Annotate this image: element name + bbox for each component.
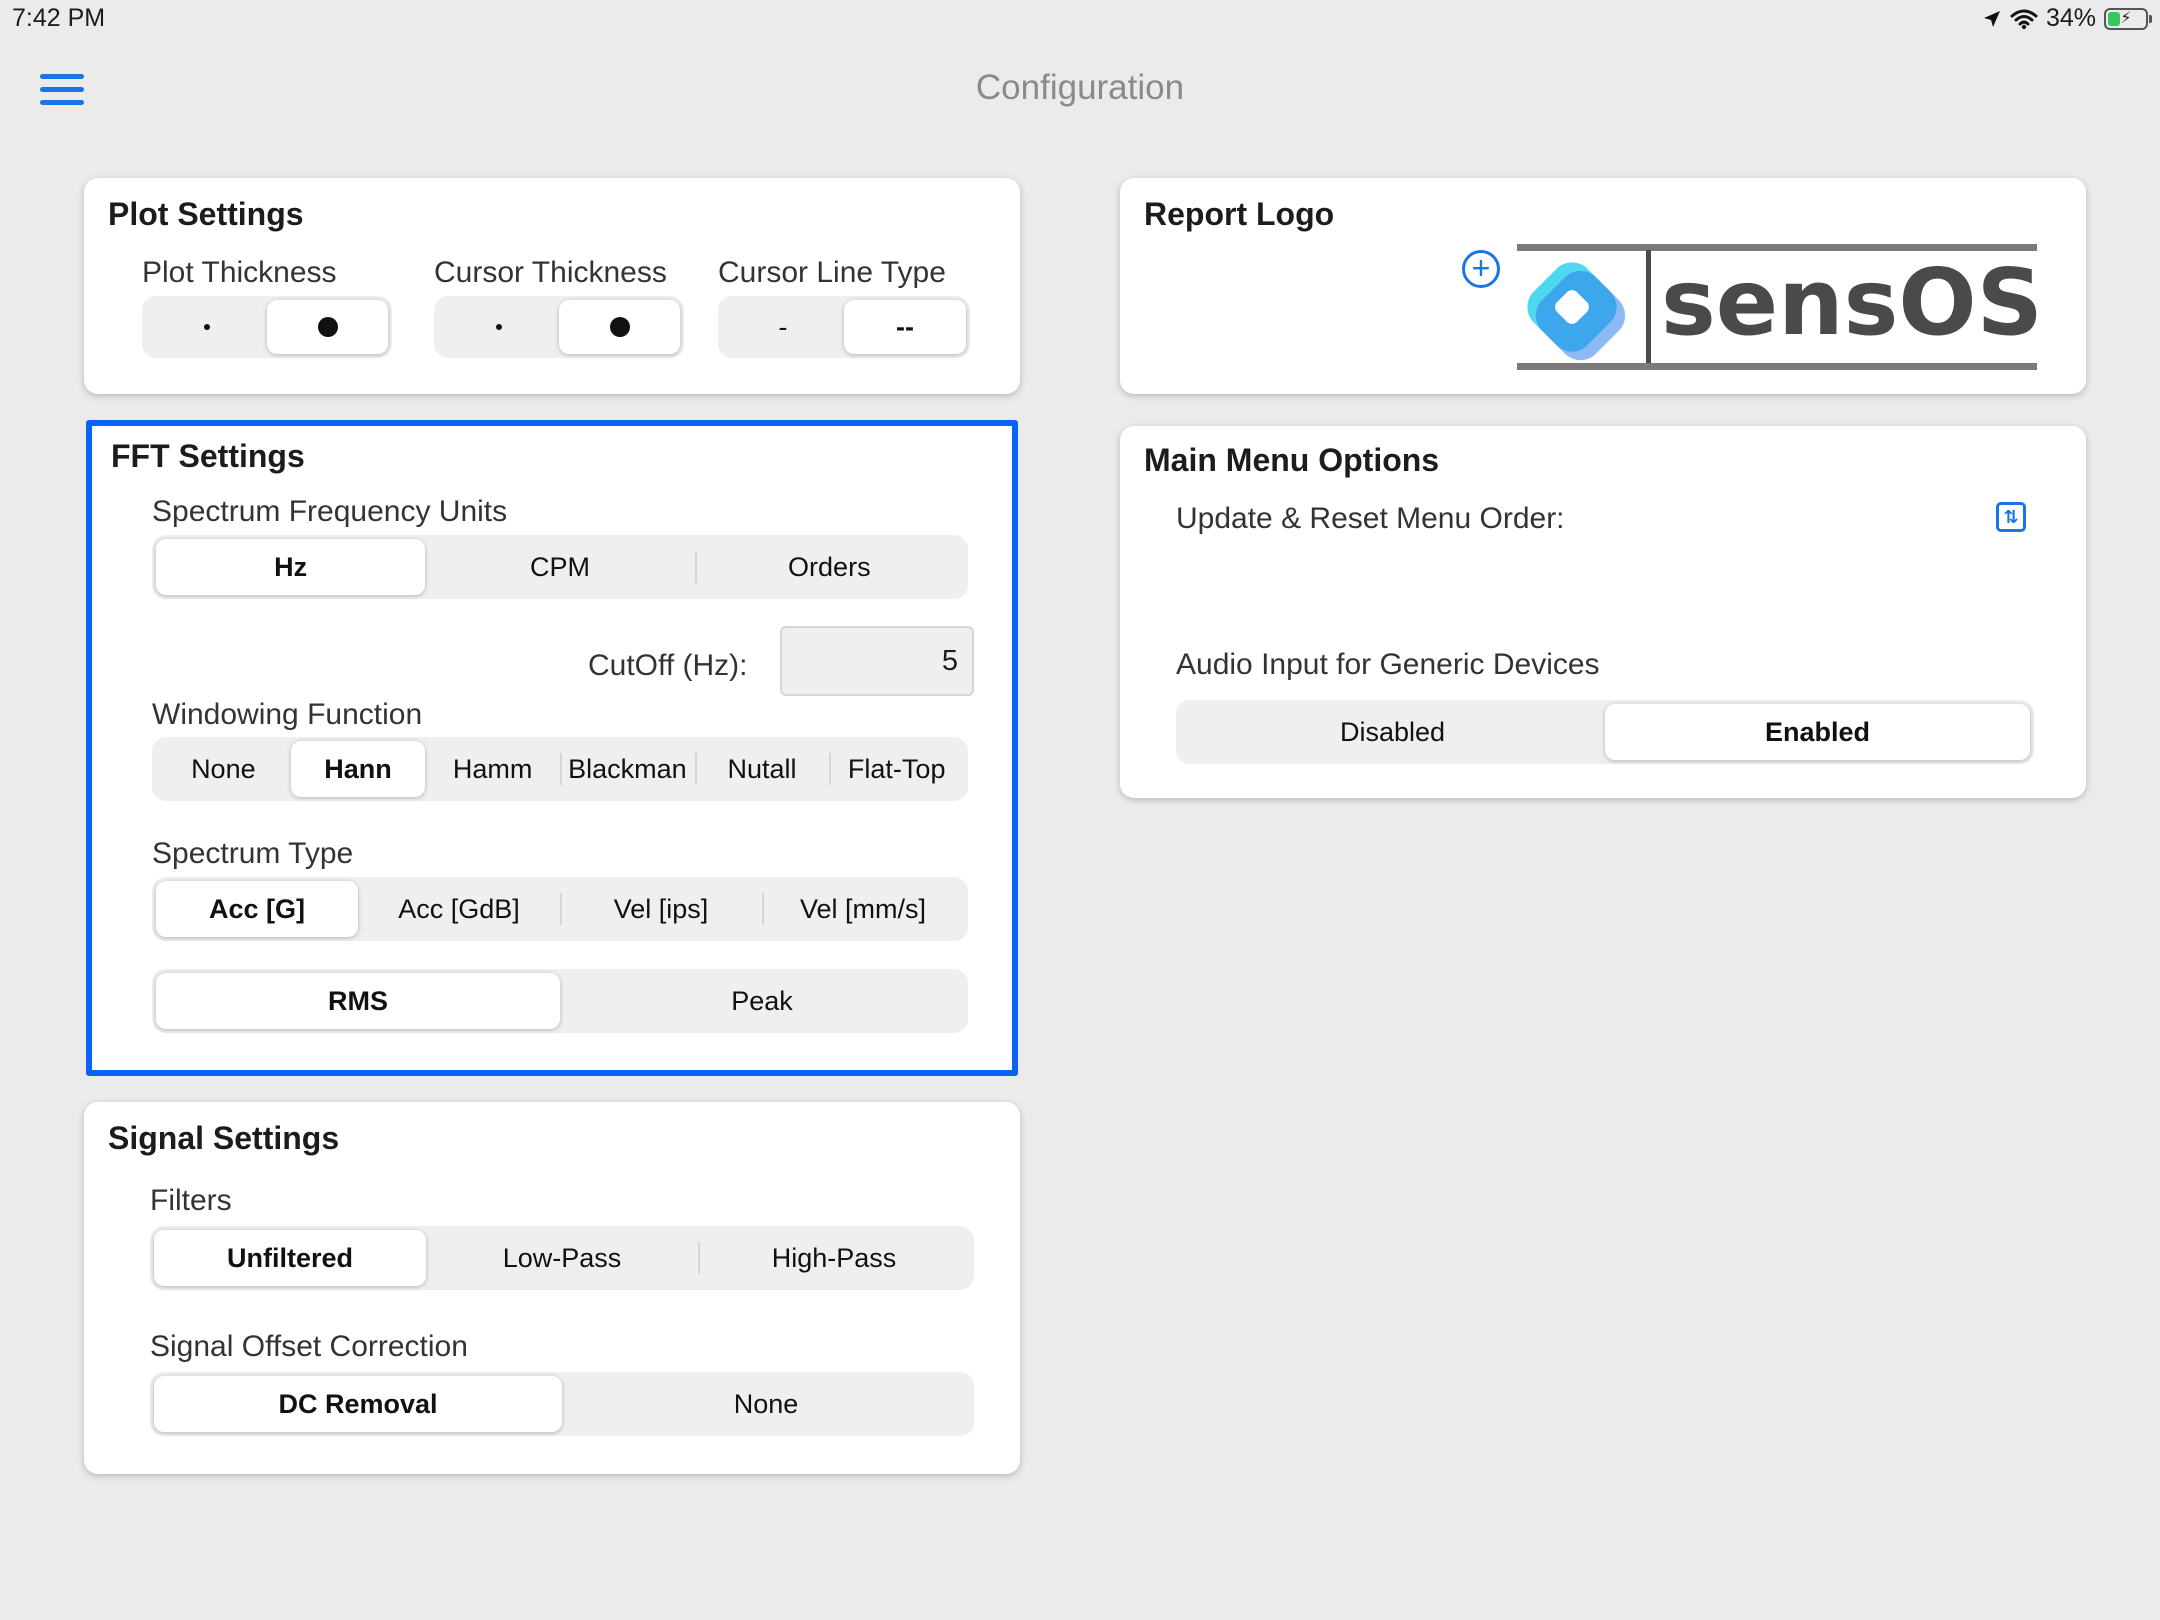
filters-control: Unfiltered Low-Pass High-Pass <box>150 1226 974 1290</box>
cursor-thickness-thin[interactable] <box>438 300 559 354</box>
cutoff-label: CutOff (Hz): <box>588 649 748 682</box>
offset-label: Signal Offset Correction <box>150 1330 468 1363</box>
offset-none[interactable]: None <box>562 1376 970 1432</box>
spectrum-type-label: Spectrum Type <box>152 837 354 870</box>
status-time: 7:42 PM <box>12 4 106 32</box>
signal-settings-title: Signal Settings <box>108 1120 340 1156</box>
amplitude-peak[interactable]: Peak <box>560 973 964 1029</box>
main-menu-options-title: Main Menu Options <box>1144 442 1440 478</box>
plot-thickness-thick[interactable] <box>267 300 388 354</box>
report-logo-title: Report Logo <box>1144 196 1335 232</box>
logo-image: sensOS <box>1517 244 2043 370</box>
thin-dot-icon <box>203 324 210 330</box>
plot-thickness-control <box>142 296 392 358</box>
fft-settings-card: FFT Settings Spectrum Frequency Units Hz… <box>86 420 1018 1076</box>
windowing-nutall[interactable]: Nutall <box>694 741 830 797</box>
filter-high-pass[interactable]: High-Pass <box>698 1230 970 1286</box>
battery-icon: ⚡ <box>2104 7 2152 30</box>
spectrum-type-vel-ips[interactable]: Vel [ips] <box>560 881 762 937</box>
reset-menu-label: Update & Reset Menu Order: <box>1176 502 1565 535</box>
sensos-logo[interactable]: sensOS <box>1517 244 2043 370</box>
offset-dc-removal[interactable]: DC Removal <box>154 1376 562 1432</box>
cursor-thickness-thick[interactable] <box>559 300 680 354</box>
cutoff-input[interactable]: 5 <box>780 626 974 696</box>
freq-unit-hz[interactable]: Hz <box>156 539 426 595</box>
status-indicators: 34% ⚡ <box>1982 4 2152 33</box>
filter-low-pass[interactable]: Low-Pass <box>426 1230 698 1286</box>
wifi-icon <box>2010 9 2038 29</box>
spectrum-type-control: Acc [G] Acc [GdB] Vel [ips] Vel [mm/s] <box>152 877 968 941</box>
audio-input-disabled[interactable]: Disabled <box>1180 704 1605 760</box>
freq-unit-cpm[interactable]: CPM <box>425 539 694 595</box>
amplitude-control: RMS Peak <box>152 969 968 1033</box>
cursor-line-type-label: Cursor Line Type <box>718 256 946 289</box>
audio-input-control: Disabled Enabled <box>1176 700 2034 764</box>
plot-thickness-label: Plot Thickness <box>142 256 337 289</box>
offset-control: DC Removal None <box>150 1372 974 1436</box>
fft-settings-title: FFT Settings <box>111 438 305 474</box>
cursor-line-type-solid[interactable]: - <box>722 300 844 354</box>
windowing-none[interactable]: None <box>156 741 291 797</box>
main-menu-options-card: Main Menu Options Update & Reset Menu Or… <box>1120 426 2086 798</box>
windowing-flat-top[interactable]: Flat-Top <box>829 741 964 797</box>
freq-units-control: Hz CPM Orders <box>152 535 968 599</box>
cursor-line-type-dashed[interactable]: -- <box>844 300 966 354</box>
windowing-control: None Hann Hamm Blackman Nutall Flat-Top <box>152 737 968 801</box>
cursor-thickness-label: Cursor Thickness <box>434 256 667 289</box>
logo-text: sensOS <box>1661 249 2037 356</box>
audio-input-enabled[interactable]: Enabled <box>1605 704 2030 760</box>
spectrum-type-vel-mms[interactable]: Vel [mm/s] <box>762 881 964 937</box>
audio-input-label: Audio Input for Generic Devices <box>1176 648 1600 681</box>
reorder-menu-icon[interactable]: ⇅ <box>1996 502 2026 532</box>
filter-unfiltered[interactable]: Unfiltered <box>154 1230 426 1286</box>
windowing-hann[interactable]: Hann <box>290 741 426 797</box>
windowing-label: Windowing Function <box>152 698 423 731</box>
windowing-blackman[interactable]: Blackman <box>560 741 695 797</box>
plot-thickness-thin[interactable] <box>146 300 267 354</box>
report-logo-card: Report Logo + sensOS <box>1120 178 2086 394</box>
plot-settings-card: Plot Settings Plot Thickness Cursor Thic… <box>84 178 1020 394</box>
thick-dot-icon <box>317 317 338 337</box>
spectrum-type-acc-gdb[interactable]: Acc [GdB] <box>358 881 560 937</box>
spectrum-type-acc-g[interactable]: Acc [G] <box>156 881 358 937</box>
freq-units-label: Spectrum Frequency Units <box>152 495 508 528</box>
battery-percent: 34% <box>2045 4 2096 32</box>
thin-dot-icon <box>495 324 502 330</box>
filters-label: Filters <box>150 1184 232 1217</box>
thick-dot-icon <box>609 317 630 337</box>
signal-settings-card: Signal Settings Filters Unfiltered Low-P… <box>84 1102 1020 1474</box>
add-logo-icon[interactable]: + <box>1462 250 1500 288</box>
cursor-thickness-control <box>434 296 684 358</box>
freq-unit-orders[interactable]: Orders <box>694 539 964 595</box>
plot-settings-title: Plot Settings <box>108 196 304 232</box>
windowing-hamm[interactable]: Hamm <box>425 741 560 797</box>
page-title: Configuration <box>975 68 1185 107</box>
cursor-line-type-control: - -- <box>718 296 970 358</box>
amplitude-rms[interactable]: RMS <box>156 973 560 1029</box>
location-icon <box>1983 10 2000 27</box>
